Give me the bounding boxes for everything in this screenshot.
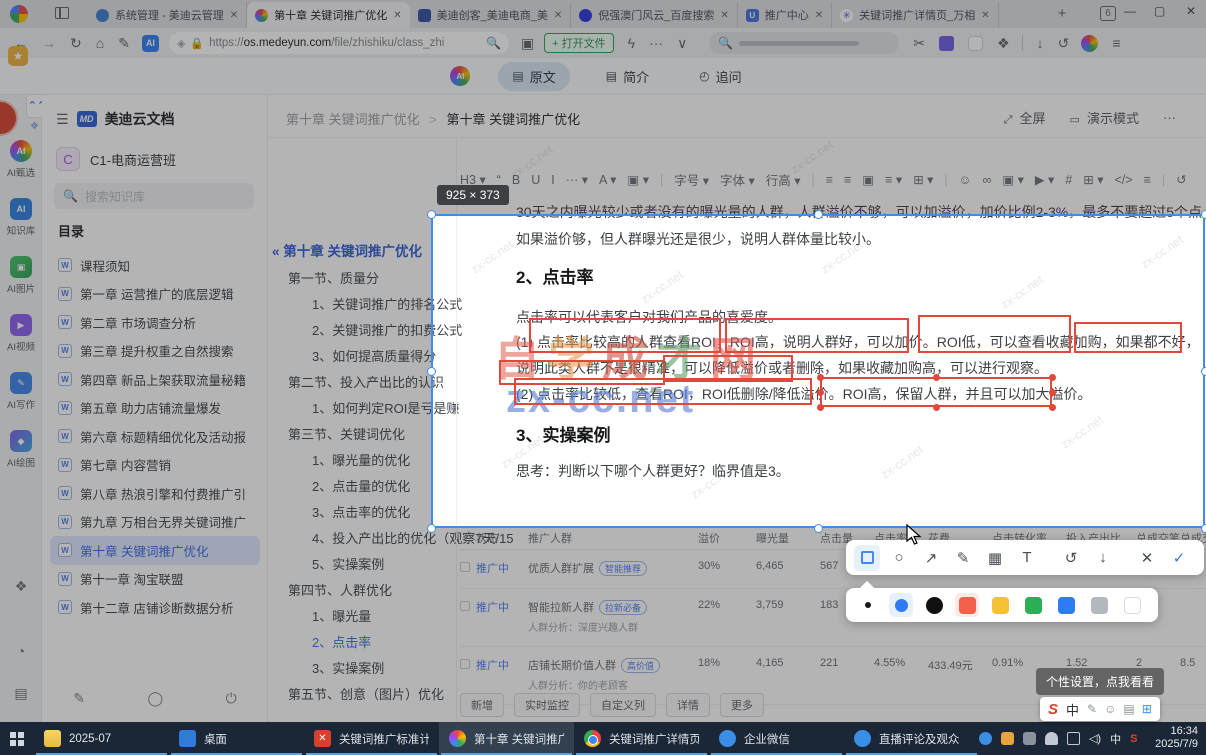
wework-taskbar-icon <box>718 730 736 747</box>
selection-handle[interactable] <box>1200 523 1206 533</box>
swatch <box>991 596 1009 614</box>
ime-tool-icon[interactable]: ▤ <box>1123 702 1134 716</box>
taskbar-clock[interactable]: 16:34 2025/7/9 <box>1145 722 1206 755</box>
start-button[interactable] <box>0 722 34 755</box>
wework-tray-icon[interactable] <box>978 732 992 745</box>
ime-tool-icon[interactable]: ⊞ <box>1142 702 1152 716</box>
system-tray: ◁) 中 S <box>978 722 1145 755</box>
ellipse-tool-icon[interactable]: ○ <box>886 545 912 571</box>
taskbar-item[interactable]: ✕ 关键词推广标准计... <box>304 722 439 755</box>
swatch <box>958 596 976 614</box>
sogou-logo-icon: S <box>1048 700 1059 718</box>
color-palette <box>846 580 1158 622</box>
ime-bar[interactable]: S 中 ✎ ☺ ▤ ⊞ <box>1040 697 1160 721</box>
ai-taskbar-icon <box>448 730 466 747</box>
taskbar-item-label: 关键词推广详情页... <box>608 733 699 746</box>
color-swatch[interactable] <box>1021 593 1045 617</box>
desktop-taskbar-icon <box>178 730 196 747</box>
taskbar-item[interactable]: 直播评论及观众 <box>844 722 979 755</box>
shield-tray-icon[interactable] <box>1022 732 1036 745</box>
confirm-tool-icon[interactable]: ✓ <box>1166 545 1192 571</box>
selection-handle[interactable] <box>1200 366 1206 376</box>
rect-glyph <box>860 551 874 564</box>
taskbar: 2025-07 桌面 ✕ 关键词推广标准计... 第十章 关键词推广... 关键词推广详情… <box>0 722 1206 755</box>
taskbar-items: 2025-07 桌面 ✕ 关键词推广标准计... 第十章 关键词推广... 关键词推广详情… <box>34 722 979 755</box>
taskbar-item-label: 第十章 关键词推广... <box>473 733 564 746</box>
capture-selection[interactable] <box>431 214 1205 528</box>
taskbar-item[interactable]: 桌面 <box>169 722 304 755</box>
undo-tool-icon[interactable]: ↺ <box>1058 545 1084 571</box>
taskbar-item-label: 直播评论及观众 <box>878 733 960 746</box>
dot <box>865 602 871 608</box>
chrome-taskbar-icon <box>583 730 601 747</box>
swatch <box>1123 596 1141 614</box>
display-tray-icon[interactable] <box>1066 732 1080 745</box>
dim-overlay-left <box>0 215 432 528</box>
taskbar-item-label: 企业微信 <box>743 733 790 746</box>
dim-overlay-top <box>0 0 1206 215</box>
swatch <box>1024 596 1042 614</box>
color-swatch[interactable] <box>988 593 1012 617</box>
selection-handle[interactable] <box>813 209 823 219</box>
taskbar-item[interactable]: 企业微信 <box>709 722 844 755</box>
dot <box>925 596 943 614</box>
brush-size-dot[interactable] <box>922 593 946 617</box>
ime-mode-tray[interactable]: 中 <box>1110 731 1121 747</box>
selection-handle[interactable] <box>813 523 823 533</box>
taskbar-item-label: 桌面 <box>203 733 227 746</box>
rect-tool-icon[interactable] <box>854 544 880 571</box>
annotation-toolbar: ○ ↗ ✎ ▦ T ↺ ↓ ✕ ✓ <box>846 540 1204 575</box>
screen: 系统管理 - 美迪云管理 ✕ 第十章 关键词推广优化 ✕ 美迪创客_美迪电商_美 ✕ 倪强澳… <box>0 0 1206 755</box>
ime-tool-icon[interactable]: ✎ <box>1087 702 1097 716</box>
dot <box>894 598 908 612</box>
redx-taskbar-icon: ✕ <box>313 730 331 747</box>
pen-tool-icon[interactable]: ✎ <box>950 545 976 571</box>
sogou-tray-icon[interactable]: S <box>1130 733 1137 745</box>
color-swatch[interactable] <box>1120 593 1144 617</box>
microphone-tray-icon[interactable] <box>1044 732 1058 745</box>
taskbar-item-label: 关键词推广标准计... <box>338 733 429 746</box>
selection-size-label: 925 × 373 <box>437 185 509 205</box>
taskbar-item-label: 2025-07 <box>68 732 112 745</box>
download-tool-icon[interactable]: ↓ <box>1090 545 1116 571</box>
volume-icon[interactable]: ◁) <box>1089 732 1101 745</box>
selection-handle[interactable] <box>1200 209 1206 219</box>
ime-tooltip[interactable]: 个性设置，点我看看 <box>1036 668 1165 695</box>
mosaic-tool-icon[interactable]: ▦ <box>982 545 1008 571</box>
taskbar-item[interactable]: 关键词推广详情页... <box>574 722 709 755</box>
taskbar-item[interactable]: 2025-07 <box>34 722 169 755</box>
folder-taskbar-icon <box>43 730 61 747</box>
arrow-tool-icon[interactable]: ↗ <box>918 545 944 571</box>
close-tool-icon[interactable]: ✕ <box>1134 545 1160 571</box>
brush-size-dot[interactable] <box>889 593 913 617</box>
swatch <box>1057 596 1075 614</box>
color-swatch[interactable] <box>1054 593 1078 617</box>
mouse-cursor <box>906 524 922 545</box>
selection-handle[interactable] <box>426 209 436 219</box>
color-swatch[interactable] <box>955 593 979 617</box>
app-tray-icon[interactable] <box>1000 732 1014 745</box>
wework-taskbar-icon <box>853 730 871 747</box>
taskbar-item[interactable]: 第十章 关键词推广... <box>438 722 574 755</box>
color-swatch[interactable] <box>1087 593 1111 617</box>
ime-tool-icon[interactable]: ☺ <box>1104 702 1116 716</box>
text-tool-icon[interactable]: T <box>1014 545 1040 571</box>
swatch <box>1090 596 1108 614</box>
ime-mode-chinese[interactable]: 中 <box>1066 700 1079 719</box>
selection-handle[interactable] <box>426 366 436 376</box>
selection-handle[interactable] <box>426 523 436 533</box>
brush-size-dot[interactable] <box>856 593 880 617</box>
